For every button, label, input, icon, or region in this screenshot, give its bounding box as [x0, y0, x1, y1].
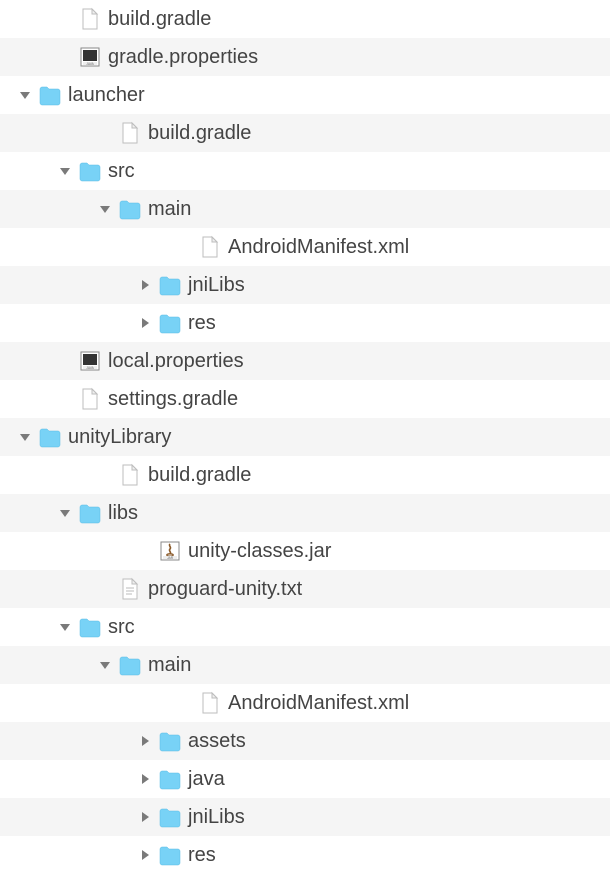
- tree-item-label: main: [148, 654, 191, 677]
- chevron-placeholder: [58, 50, 72, 64]
- tree-item-label: gradle.properties: [108, 46, 258, 69]
- tree-row[interactable]: java: [0, 760, 610, 798]
- folder-icon: [118, 653, 142, 677]
- tree-row[interactable]: gradle.properties: [0, 38, 610, 76]
- tree-row[interactable]: res: [0, 304, 610, 342]
- chevron-placeholder: [138, 544, 152, 558]
- tree-row[interactable]: build.gradle: [0, 114, 610, 152]
- tree-row[interactable]: main: [0, 646, 610, 684]
- tree-row[interactable]: local.properties: [0, 342, 610, 380]
- file-tree: build.gradlegradle.propertieslauncherbui…: [0, 0, 610, 874]
- folder-icon: [78, 159, 102, 183]
- tree-item-label: local.properties: [108, 350, 244, 373]
- tree-item-label: res: [188, 312, 216, 335]
- chevron-placeholder: [98, 126, 112, 140]
- tree-item-label: AndroidManifest.xml: [228, 236, 409, 259]
- chevron-placeholder: [58, 392, 72, 406]
- folder-icon: [38, 83, 62, 107]
- tree-item-label: res: [188, 844, 216, 867]
- tree-item-label: proguard-unity.txt: [148, 578, 302, 601]
- tree-item-label: main: [148, 198, 191, 221]
- folder-icon: [158, 273, 182, 297]
- tree-row[interactable]: jniLibs: [0, 266, 610, 304]
- file-icon: [118, 463, 142, 487]
- tree-row[interactable]: assets: [0, 722, 610, 760]
- chevron-down-icon[interactable]: [98, 202, 112, 216]
- tree-item-label: settings.gradle: [108, 388, 238, 411]
- chevron-placeholder: [98, 582, 112, 596]
- tree-item-label: libs: [108, 502, 138, 525]
- tree-item-label: assets: [188, 730, 246, 753]
- folder-icon: [38, 425, 62, 449]
- chevron-right-icon[interactable]: [138, 278, 152, 292]
- tree-row[interactable]: settings.gradle: [0, 380, 610, 418]
- folder-icon: [78, 501, 102, 525]
- chevron-placeholder: [178, 696, 192, 710]
- tree-item-label: src: [108, 616, 135, 639]
- tree-item-label: jniLibs: [188, 274, 245, 297]
- chevron-right-icon[interactable]: [138, 734, 152, 748]
- file-icon: [78, 7, 102, 31]
- text-icon: [118, 577, 142, 601]
- chevron-down-icon[interactable]: [18, 430, 32, 444]
- file-icon: [198, 691, 222, 715]
- chevron-placeholder: [58, 12, 72, 26]
- tree-item-label: build.gradle: [148, 122, 251, 145]
- tree-row[interactable]: build.gradle: [0, 0, 610, 38]
- tree-item-label: AndroidManifest.xml: [228, 692, 409, 715]
- folder-icon: [158, 843, 182, 867]
- tree-row[interactable]: libs: [0, 494, 610, 532]
- tree-row[interactable]: src: [0, 608, 610, 646]
- chevron-placeholder: [98, 468, 112, 482]
- chevron-right-icon[interactable]: [138, 848, 152, 862]
- folder-icon: [158, 805, 182, 829]
- tree-item-label: src: [108, 160, 135, 183]
- folder-icon: [118, 197, 142, 221]
- file-icon: [198, 235, 222, 259]
- chevron-right-icon[interactable]: [138, 810, 152, 824]
- chevron-down-icon[interactable]: [58, 506, 72, 520]
- tree-row[interactable]: res: [0, 836, 610, 874]
- chevron-down-icon[interactable]: [98, 658, 112, 672]
- chevron-placeholder: [178, 240, 192, 254]
- tree-item-label: build.gradle: [108, 8, 211, 31]
- tree-item-label: launcher: [68, 84, 145, 107]
- chevron-right-icon[interactable]: [138, 316, 152, 330]
- folder-icon: [158, 729, 182, 753]
- chevron-down-icon[interactable]: [58, 620, 72, 634]
- tree-row[interactable]: main: [0, 190, 610, 228]
- chevron-down-icon[interactable]: [18, 88, 32, 102]
- folder-icon: [158, 767, 182, 791]
- folder-icon: [78, 615, 102, 639]
- file-icon: [118, 121, 142, 145]
- chevron-right-icon[interactable]: [138, 772, 152, 786]
- chevron-placeholder: [58, 354, 72, 368]
- tree-item-label: java: [188, 768, 225, 791]
- tree-row[interactable]: AndroidManifest.xml: [0, 228, 610, 266]
- tree-row[interactable]: build.gradle: [0, 456, 610, 494]
- tree-item-label: unity-classes.jar: [188, 540, 331, 563]
- tree-row[interactable]: src: [0, 152, 610, 190]
- chevron-down-icon[interactable]: [58, 164, 72, 178]
- java-props-icon: [78, 349, 102, 373]
- tree-row[interactable]: unityLibrary: [0, 418, 610, 456]
- tree-row[interactable]: launcher: [0, 76, 610, 114]
- tree-row[interactable]: proguard-unity.txt: [0, 570, 610, 608]
- folder-icon: [158, 311, 182, 335]
- java-props-icon: [78, 45, 102, 69]
- tree-row[interactable]: AndroidManifest.xml: [0, 684, 610, 722]
- tree-item-label: build.gradle: [148, 464, 251, 487]
- jar-icon: [158, 539, 182, 563]
- tree-item-label: unityLibrary: [68, 426, 171, 449]
- tree-item-label: jniLibs: [188, 806, 245, 829]
- tree-row[interactable]: unity-classes.jar: [0, 532, 610, 570]
- tree-row[interactable]: jniLibs: [0, 798, 610, 836]
- file-icon: [78, 387, 102, 411]
